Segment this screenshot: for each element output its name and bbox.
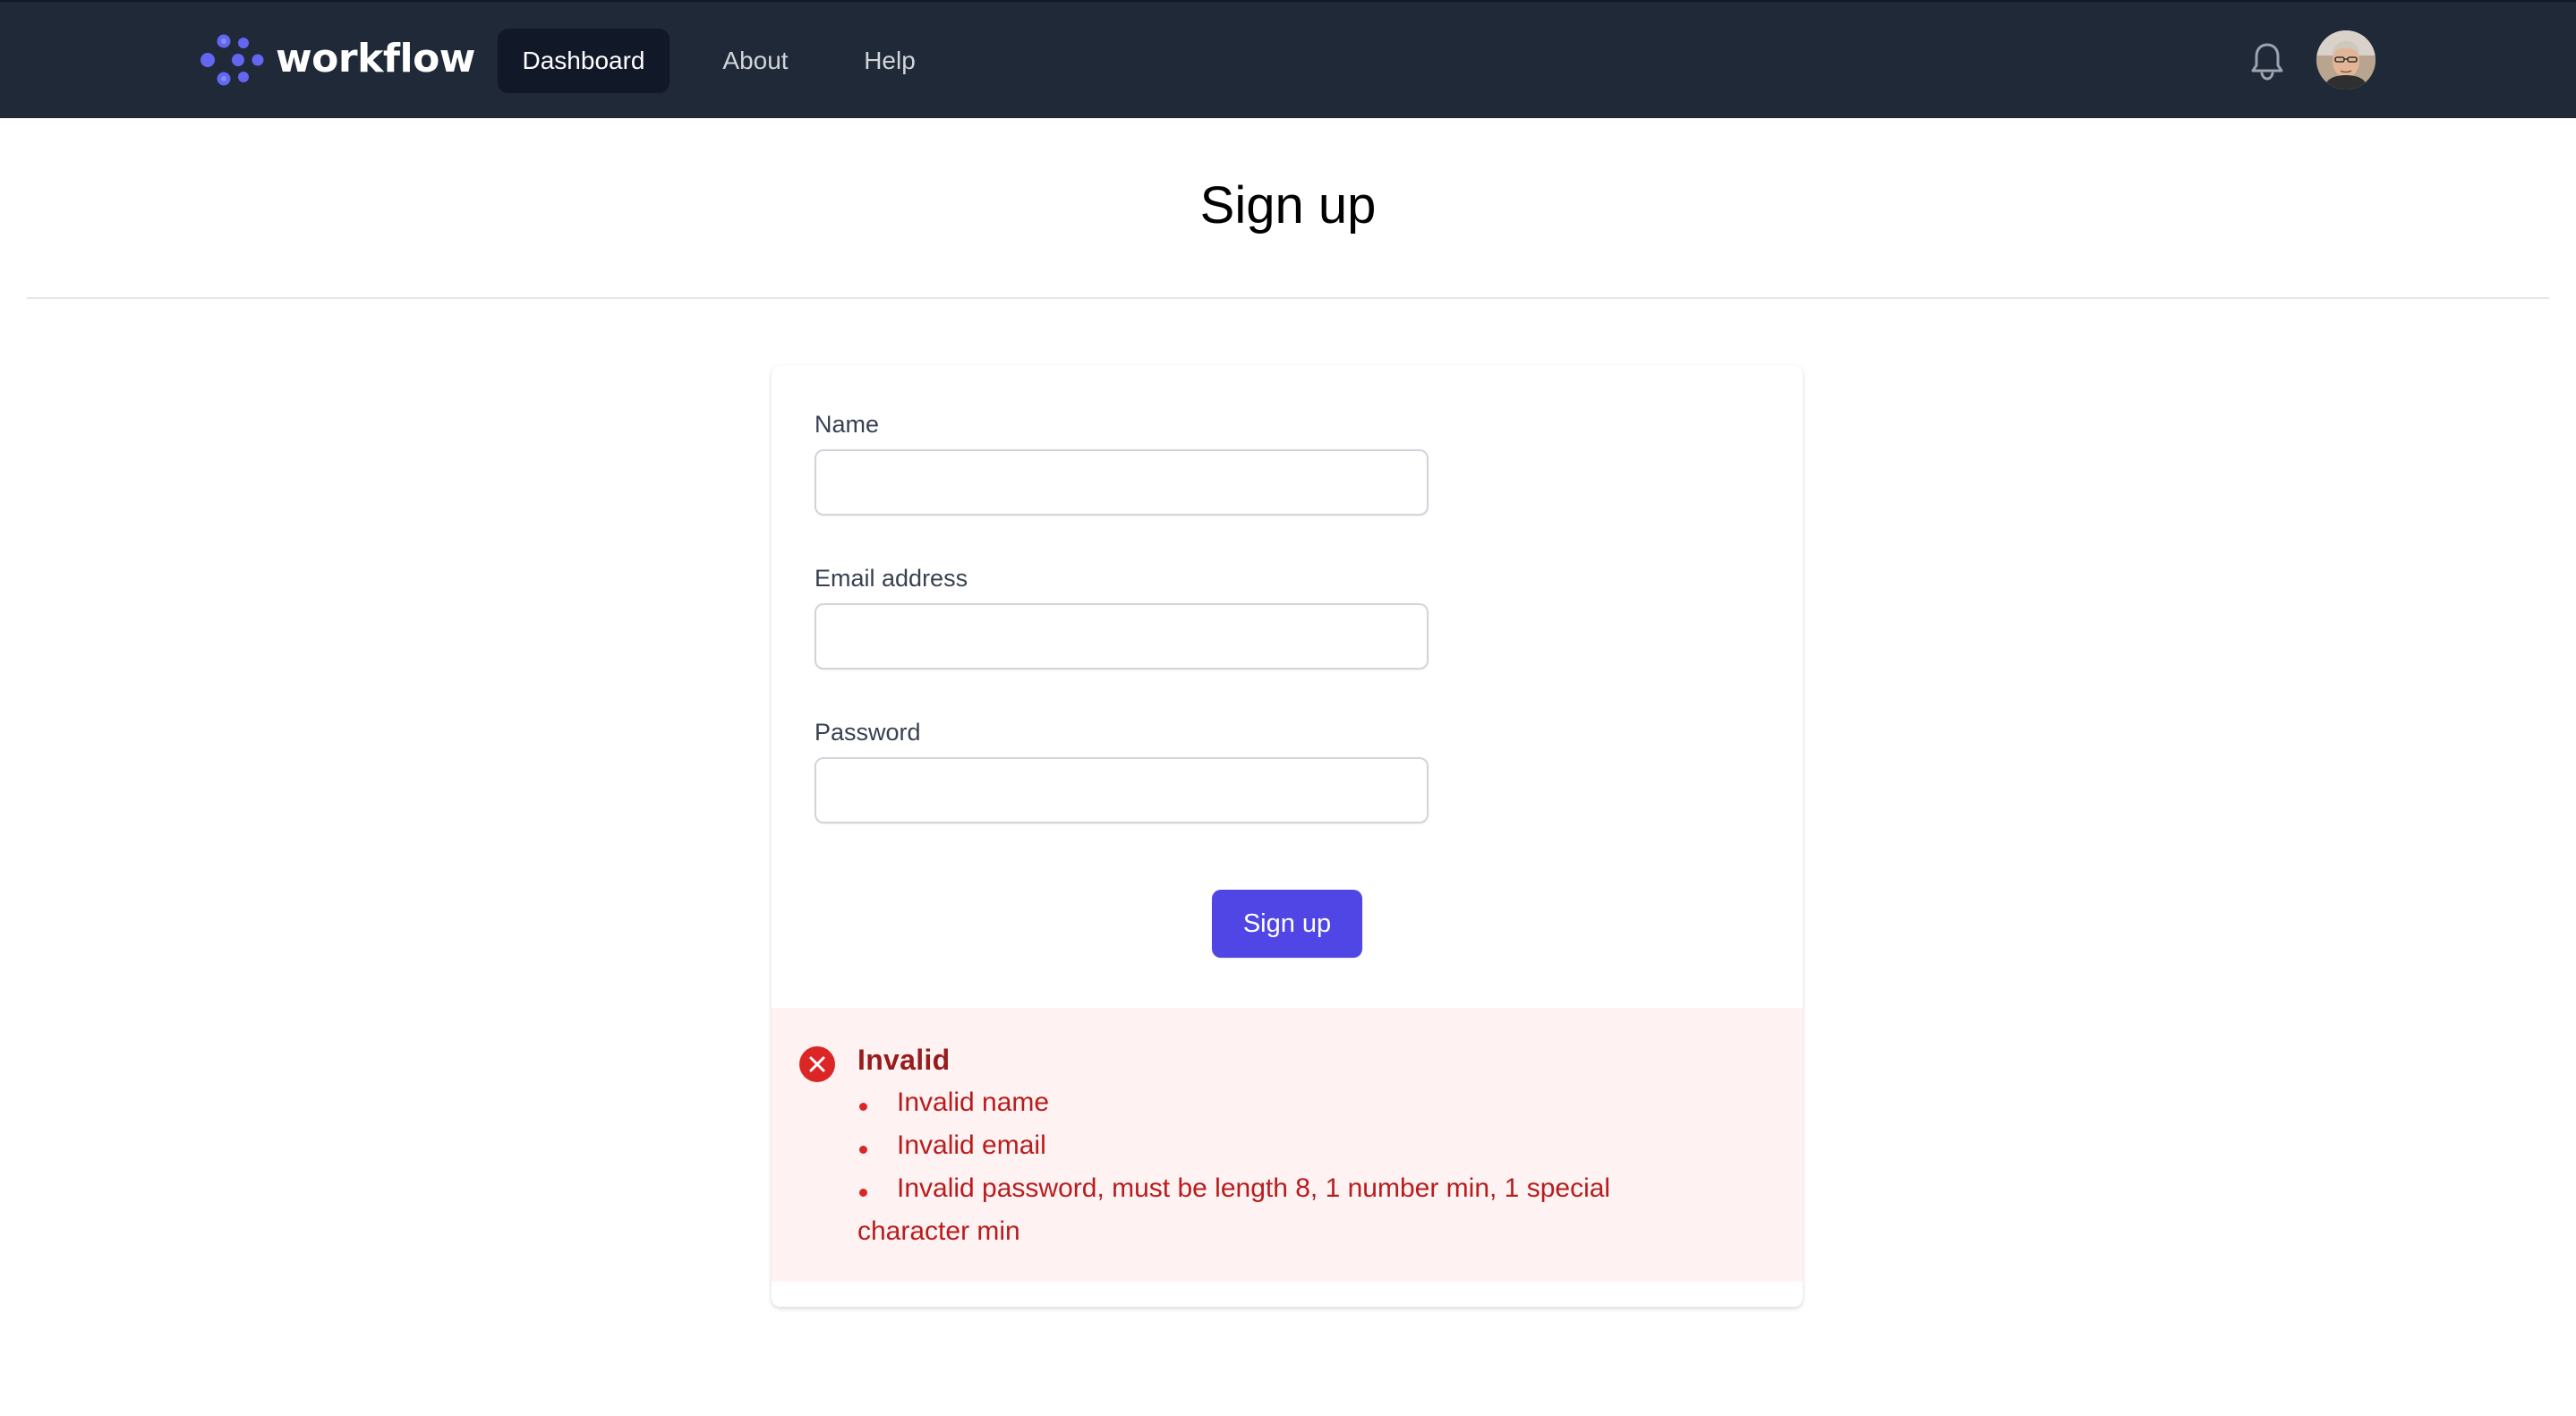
signup-button[interactable]: Sign up: [1212, 890, 1362, 958]
x-circle-icon: [798, 1045, 836, 1083]
alert-title: Invalid: [857, 1044, 951, 1076]
error-item: Invalid password, must be length 8, 1 nu…: [857, 1167, 1717, 1253]
name-label: Name: [815, 411, 880, 438]
top-navbar: workflow Dashboard About Help: [0, 0, 2576, 118]
error-alert: Invalid Invalid name Invalid email Inval…: [772, 1008, 1803, 1282]
email-label: Email address: [815, 565, 968, 592]
name-input[interactable]: [815, 449, 1429, 516]
nav-about[interactable]: About: [705, 29, 806, 93]
workflow-logo-icon[interactable]: [199, 30, 267, 90]
email-input[interactable]: [815, 603, 1429, 670]
error-list: Invalid name Invalid email Invalid passw…: [857, 1081, 1717, 1253]
error-item: Invalid email: [857, 1124, 1717, 1167]
user-avatar[interactable]: [2316, 30, 2376, 90]
password-input[interactable]: [815, 757, 1429, 823]
error-item: Invalid name: [857, 1081, 1717, 1124]
error-text: Invalid email: [897, 1130, 1046, 1160]
signup-card: Name Email address Password Sign up Inva…: [772, 365, 1803, 1307]
page-title: Sign up: [1199, 176, 1377, 235]
password-label: Password: [815, 719, 921, 746]
bell-icon[interactable]: [2248, 41, 2286, 81]
error-text: Invalid password, must be length 8, 1 nu…: [857, 1173, 1611, 1246]
header-divider: [27, 297, 2549, 299]
nav-dashboard[interactable]: Dashboard: [498, 29, 670, 93]
nav-help[interactable]: Help: [850, 29, 929, 93]
error-text: Invalid name: [897, 1088, 1050, 1117]
brand-name[interactable]: workflow: [276, 32, 475, 86]
